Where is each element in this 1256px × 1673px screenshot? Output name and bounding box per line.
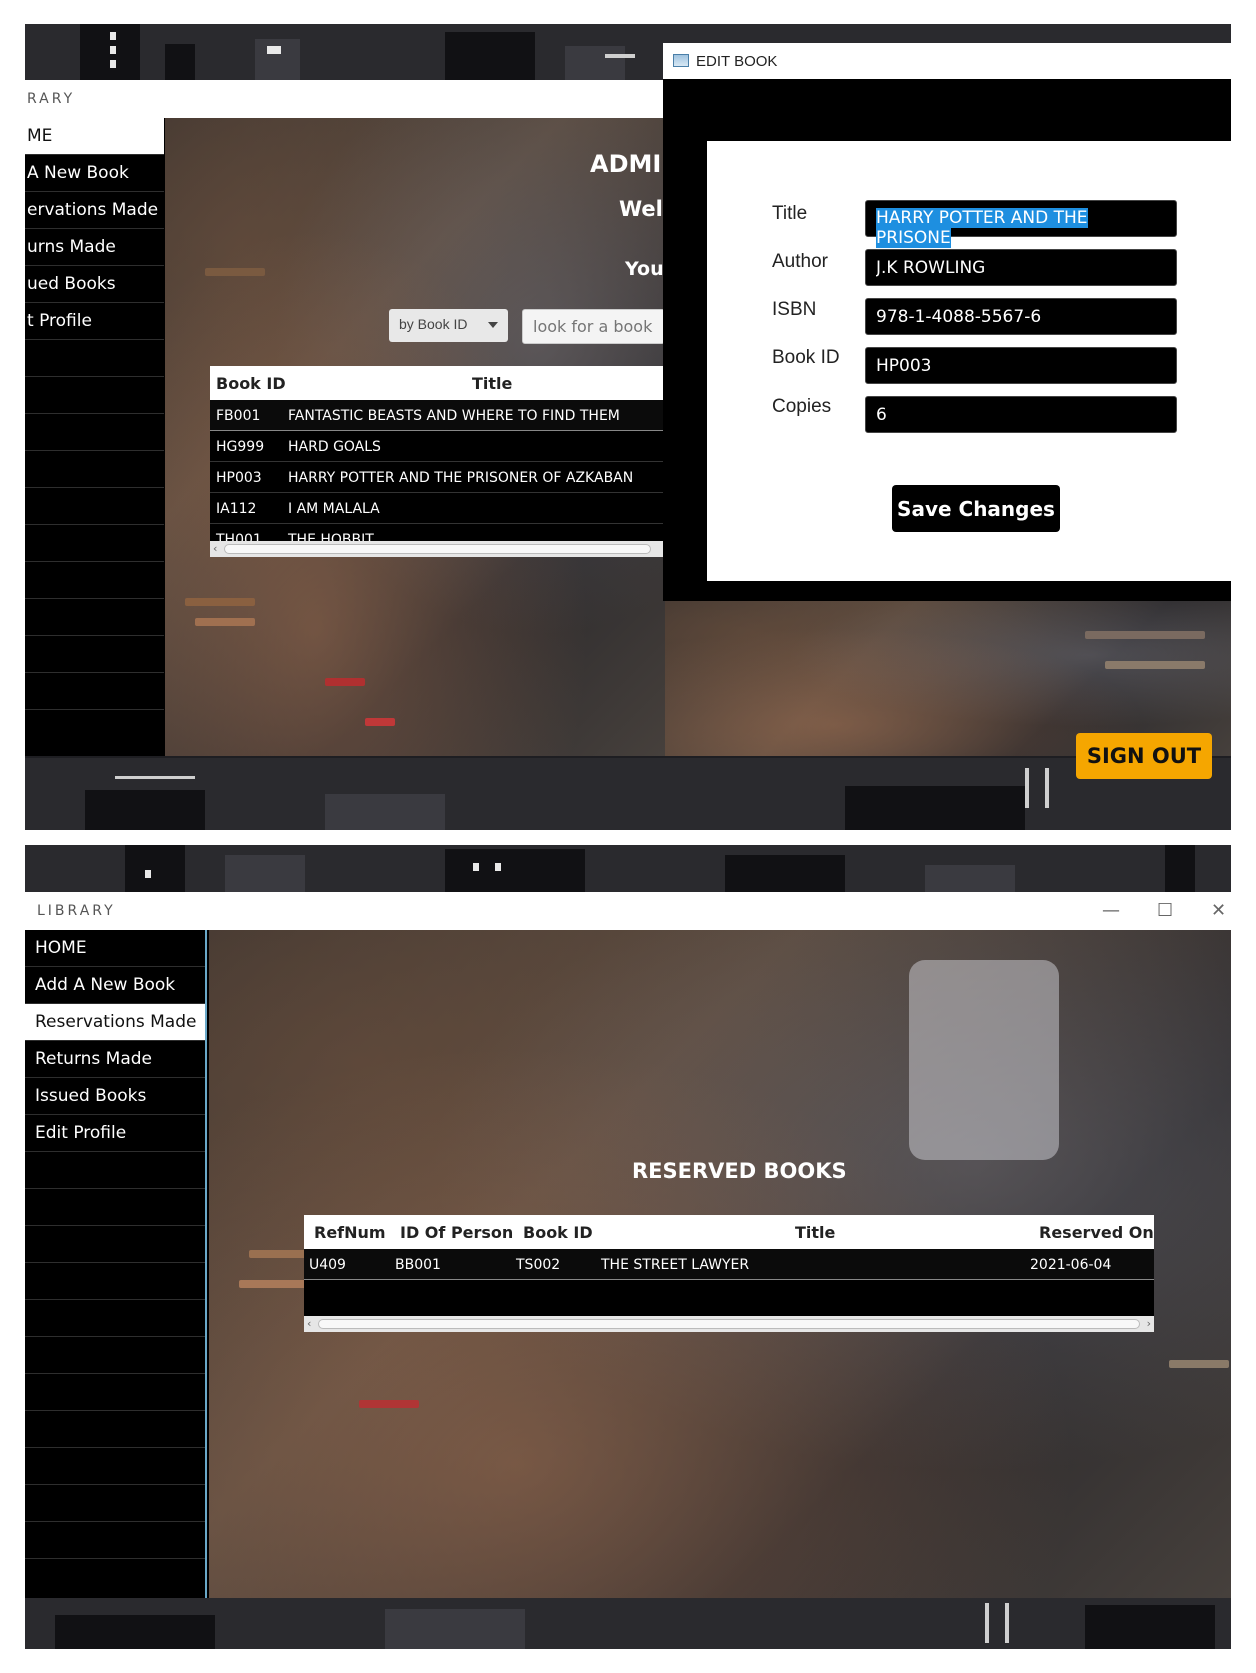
cell-title: I AM MALALA <box>288 501 380 517</box>
isbn-field[interactable] <box>865 298 1177 335</box>
column-book-id[interactable]: Book ID <box>216 374 286 393</box>
column-book-id[interactable]: Book ID <box>523 1223 593 1242</box>
cell-book-id: TS002 <box>516 1257 561 1273</box>
cell-book-id: HG999 <box>216 439 265 455</box>
sidebar-item-home[interactable]: HOME <box>25 930 205 967</box>
table-row[interactable]: HP003 HARRY POTTER AND THE PRISONER OF A… <box>210 462 665 493</box>
author-field[interactable] <box>865 249 1177 286</box>
title-label: Title <box>772 203 808 224</box>
dialog-titlebar: EDIT BOOK <box>663 43 1231 79</box>
cell-book-id: FB001 <box>216 408 261 424</box>
copies-field[interactable] <box>865 396 1177 433</box>
sidebar-item-reservations[interactable]: ervations Made <box>25 192 164 229</box>
books-table: Book ID Title FB001 FANTASTIC BEASTS AND… <box>210 366 665 557</box>
book-id-field[interactable] <box>865 347 1177 384</box>
screenshot-bottom: LIBRARY — ☐ ✕ HOME Add A New Book Reserv… <box>25 845 1231 1649</box>
book-id-label: Book ID <box>772 347 840 368</box>
cell-title: THE STREET LAWYER <box>601 1257 750 1273</box>
cell-title: HARD GOALS <box>288 439 381 455</box>
sidebar-item-add-book[interactable]: Add A New Book <box>25 967 205 1004</box>
scrollbar-thumb[interactable] <box>318 1319 1140 1329</box>
sidebar-item-edit-profile[interactable]: Edit Profile <box>25 1115 205 1152</box>
chevron-down-icon <box>488 322 498 328</box>
city-backdrop-bottom <box>25 758 1231 830</box>
column-refnum[interactable]: RefNum <box>314 1223 386 1242</box>
sidebar-item-edit-profile[interactable]: t Profile <box>25 303 164 340</box>
column-title[interactable]: Title <box>795 1223 835 1242</box>
close-icon[interactable]: ✕ <box>1211 900 1226 921</box>
table-horizontal-scrollbar[interactable]: ‹ <box>210 541 665 557</box>
column-title[interactable]: Title <box>472 374 512 393</box>
sidebar-item-home[interactable]: ME <box>25 118 164 155</box>
title-field-value: HARRY POTTER AND THE PRISONE <box>876 208 1088 248</box>
window-title: LIBRARY <box>37 903 116 919</box>
sidebar-item-issued[interactable]: Issued Books <box>25 1078 205 1115</box>
library-window: RARY ME A New Book ervations Made urns M… <box>25 80 665 756</box>
column-reserved-on[interactable]: Reserved On <box>1039 1223 1154 1242</box>
edit-book-dialog: EDIT BOOK Title HARRY POTTER AND THE PRI… <box>663 43 1231 601</box>
window-title: RARY <box>27 91 76 107</box>
scroll-right-icon[interactable]: › <box>1147 1317 1151 1330</box>
welcome-heading: Wel <box>619 197 663 221</box>
admin-heading: ADMI <box>590 150 662 178</box>
reservations-table: RefNum ID Of Person Book ID Title Reserv… <box>304 1215 1154 1332</box>
sidebar-item-issued[interactable]: ued Books <box>25 266 164 303</box>
search-filter-value: by Book ID <box>399 316 468 332</box>
sidebar-item-reservations[interactable]: Reservations Made <box>25 1004 205 1041</box>
dialog-title: EDIT BOOK <box>696 53 778 70</box>
cell-reserved-on: 2021-06-04 <box>1030 1257 1112 1273</box>
cell-refnum: U409 <box>309 1257 346 1273</box>
cell-book-id: HP003 <box>216 470 262 486</box>
edit-form-panel: Title HARRY POTTER AND THE PRISONE Autho… <box>707 141 1231 581</box>
cell-book-id: IA112 <box>216 501 257 517</box>
copies-label: Copies <box>772 396 832 417</box>
scrollbar-thumb[interactable] <box>224 544 651 554</box>
table-horizontal-scrollbar[interactable]: ‹ › <box>304 1316 1154 1332</box>
sidebar-item-returns[interactable]: urns Made <box>25 229 164 266</box>
scroll-left-icon[interactable]: ‹ <box>307 1317 311 1330</box>
table-row[interactable]: U409 BB001 TS002 THE STREET LAWYER 2021-… <box>304 1249 1154 1280</box>
author-label: Author <box>772 251 828 272</box>
you-heading: You <box>625 258 664 280</box>
cell-person-id: BB001 <box>395 1257 441 1273</box>
reserved-books-heading: RESERVED BOOKS <box>632 1159 847 1183</box>
table-row[interactable]: FB001 FANTASTIC BEASTS AND WHERE TO FIND… <box>210 400 665 431</box>
city-backdrop-top <box>25 845 1231 895</box>
search-input[interactable] <box>522 309 665 344</box>
sidebar-item-returns[interactable]: Returns Made <box>25 1041 205 1078</box>
isbn-label: ISBN <box>772 299 817 320</box>
sidebar-nav: HOME Add A New Book Reservations Made Re… <box>25 930 207 1598</box>
cell-title: HARRY POTTER AND THE PRISONER OF AZKABAN <box>288 470 634 486</box>
sidebar-nav: ME A New Book ervations Made urns Made u… <box>25 118 164 756</box>
scroll-left-icon[interactable]: ‹ <box>213 542 217 555</box>
title-field[interactable]: HARRY POTTER AND THE PRISONE <box>865 200 1177 248</box>
screenshot-top: RARY ME A New Book ervations Made urns M… <box>25 24 1231 830</box>
search-filter-select[interactable]: by Book ID <box>389 309 508 342</box>
cell-title: FANTASTIC BEASTS AND WHERE TO FIND THEM <box>288 408 620 424</box>
city-backdrop-bottom <box>25 1595 1231 1649</box>
column-person-id[interactable]: ID Of Person <box>400 1223 513 1242</box>
sidebar-item-add-book[interactable]: A New Book <box>25 155 164 192</box>
window-titlebar: RARY <box>25 80 665 118</box>
window-icon <box>673 54 689 67</box>
table-row[interactable]: IA112 I AM MALALA <box>210 493 665 524</box>
window-titlebar: LIBRARY — ☐ ✕ <box>25 892 1231 930</box>
table-header: RefNum ID Of Person Book ID Title Reserv… <box>304 1215 1154 1249</box>
save-changes-button[interactable]: Save Changes <box>892 485 1060 532</box>
table-header: Book ID Title <box>210 366 665 400</box>
table-row[interactable]: HG999 HARD GOALS <box>210 431 665 462</box>
minimize-icon[interactable]: — <box>1102 900 1120 921</box>
maximize-icon[interactable]: ☐ <box>1157 900 1173 921</box>
sign-out-button[interactable]: SIGN OUT <box>1076 733 1212 779</box>
library-window: LIBRARY — ☐ ✕ HOME Add A New Book Reserv… <box>25 892 1231 1598</box>
